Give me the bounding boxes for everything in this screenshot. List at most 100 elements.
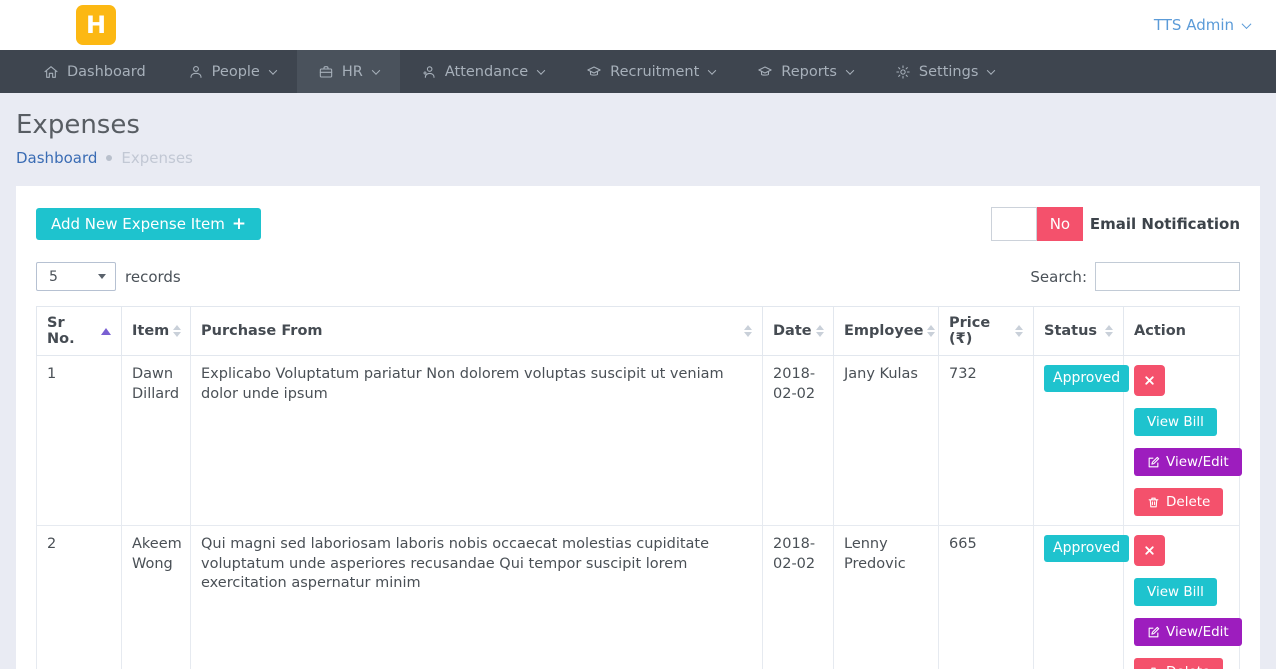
- table-row: 1 Dawn Dillard Explicabo Voluptatum pari…: [37, 356, 1240, 526]
- plus-icon: +: [232, 214, 246, 234]
- records-control: 5 records: [36, 262, 181, 291]
- column-header-purchase-from[interactable]: Purchase From: [191, 307, 763, 356]
- nav-item-settings[interactable]: Settings: [874, 50, 1015, 93]
- add-expense-button[interactable]: Add New Expense Item +: [36, 208, 261, 240]
- sort-icon: [744, 325, 752, 337]
- table-controls: 5 records Search:: [36, 262, 1240, 291]
- cell-price: 665: [939, 526, 1034, 669]
- nav-item-attendance[interactable]: Attendance: [400, 50, 565, 93]
- breadcrumb-dashboard-link[interactable]: Dashboard: [16, 149, 97, 167]
- column-header-date[interactable]: Date: [763, 307, 834, 356]
- cell-date: 2018-02-02: [763, 526, 834, 669]
- reports-icon: [757, 64, 773, 80]
- home-icon: [43, 64, 59, 80]
- cell-actions: View Bill View/Edit Delete: [1124, 526, 1240, 669]
- cell-purchase-from: Qui magni sed laboriosam laboris nobis o…: [191, 526, 763, 669]
- email-notification-toggle[interactable]: No: [991, 207, 1083, 241]
- email-notification-label: Email Notification: [1090, 215, 1240, 233]
- view-edit-label: View/Edit: [1166, 454, 1229, 470]
- view-edit-button[interactable]: View/Edit: [1134, 618, 1242, 646]
- top-bar: H TTS Admin: [0, 0, 1276, 50]
- breadcrumb: Dashboard Expenses: [16, 149, 1260, 167]
- nav-item-label: Reports: [781, 64, 837, 80]
- chevron-down-icon: [708, 66, 716, 74]
- table-row: 2 Akeem Wong Qui magni sed laboriosam la…: [37, 526, 1240, 669]
- column-label: Employee: [844, 323, 923, 339]
- column-label: Action: [1134, 323, 1186, 339]
- view-bill-label: View Bill: [1147, 414, 1204, 430]
- sort-icon: [927, 325, 935, 337]
- edit-icon: [1147, 456, 1160, 469]
- delete-button[interactable]: Delete: [1134, 488, 1223, 516]
- records-per-page-select[interactable]: 5: [36, 262, 116, 291]
- column-header-status[interactable]: Status: [1034, 307, 1124, 356]
- app-logo[interactable]: H: [76, 5, 116, 45]
- trash-icon: [1147, 496, 1160, 509]
- view-bill-button[interactable]: View Bill: [1134, 578, 1217, 606]
- records-label: records: [125, 268, 181, 286]
- nav-item-dashboard[interactable]: Dashboard: [22, 50, 167, 93]
- chevron-down-icon: [372, 66, 380, 74]
- add-expense-label: Add New Expense Item: [51, 215, 225, 233]
- delete-button[interactable]: Delete: [1134, 658, 1223, 669]
- trash-icon: [1147, 666, 1160, 669]
- column-header-action: Action: [1124, 307, 1240, 356]
- toggle-state-label[interactable]: No: [1037, 207, 1083, 241]
- page-head: Expenses Dashboard Expenses: [0, 93, 1276, 167]
- records-per-page-value: 5: [49, 269, 58, 285]
- edit-icon: [1147, 626, 1160, 639]
- chevron-down-icon: [987, 66, 995, 74]
- email-notification-control: No Email Notification: [991, 207, 1240, 241]
- card-toolbar: Add New Expense Item + No Email Notifica…: [36, 207, 1240, 241]
- caret-down-icon: [98, 274, 106, 279]
- column-label: Purchase From: [201, 323, 323, 339]
- view-edit-button[interactable]: View/Edit: [1134, 448, 1242, 476]
- nav-item-hr[interactable]: HR: [297, 50, 400, 93]
- logo-letter: H: [86, 11, 106, 39]
- close-icon: [1143, 544, 1156, 557]
- chevron-down-icon: [537, 66, 545, 74]
- gear-icon: [895, 64, 911, 80]
- cell-purchase-from: Explicabo Voluptatum pariatur Non dolore…: [191, 356, 763, 526]
- cell-status: Approved: [1034, 526, 1124, 669]
- view-bill-button[interactable]: View Bill: [1134, 408, 1217, 436]
- nav-item-recruitment[interactable]: Recruitment: [565, 50, 736, 93]
- dismiss-button[interactable]: [1134, 535, 1165, 566]
- cell-actions: View Bill View/Edit Delete: [1124, 356, 1240, 526]
- close-icon: [1143, 374, 1156, 387]
- nav-item-label: Attendance: [445, 64, 528, 80]
- view-bill-label: View Bill: [1147, 584, 1204, 600]
- expenses-card: Add New Expense Item + No Email Notifica…: [16, 186, 1260, 669]
- dismiss-button[interactable]: [1134, 365, 1165, 396]
- nav-item-label: Settings: [919, 64, 978, 80]
- people-icon: [188, 64, 204, 80]
- cell-price: 732: [939, 356, 1034, 526]
- column-header-employee[interactable]: Employee: [834, 307, 939, 356]
- nav-item-label: Dashboard: [67, 64, 146, 80]
- table-header-row: Sr No. Item Purchase From Date Employee …: [37, 307, 1240, 356]
- recruitment-icon: [586, 64, 602, 80]
- search-input[interactable]: [1095, 262, 1240, 291]
- expenses-table: Sr No. Item Purchase From Date Employee …: [36, 306, 1240, 669]
- cell-employee: Lenny Predovic: [834, 526, 939, 669]
- cell-employee: Jany Kulas: [834, 356, 939, 526]
- cell-sr-no: 2: [37, 526, 122, 669]
- column-header-item[interactable]: Item: [122, 307, 191, 356]
- sort-icon: [173, 325, 181, 337]
- column-label: Item: [132, 323, 169, 339]
- chevron-down-icon: [1242, 19, 1252, 29]
- column-header-price[interactable]: Price (₹): [939, 307, 1034, 356]
- nav-item-people[interactable]: People: [167, 50, 297, 93]
- column-header-sr-no[interactable]: Sr No.: [37, 307, 122, 356]
- column-label: Price (₹): [949, 315, 1011, 347]
- user-menu[interactable]: TTS Admin: [1154, 16, 1250, 34]
- cell-sr-no: 1: [37, 356, 122, 526]
- toggle-off-half[interactable]: [991, 207, 1037, 241]
- chevron-down-icon: [269, 66, 277, 74]
- chevron-down-icon: [846, 66, 854, 74]
- nav-item-label: Recruitment: [610, 64, 699, 80]
- search-label: Search:: [1030, 268, 1087, 286]
- nav-item-reports[interactable]: Reports: [736, 50, 874, 93]
- status-badge: Approved: [1044, 535, 1129, 562]
- search-control: Search:: [1030, 262, 1240, 291]
